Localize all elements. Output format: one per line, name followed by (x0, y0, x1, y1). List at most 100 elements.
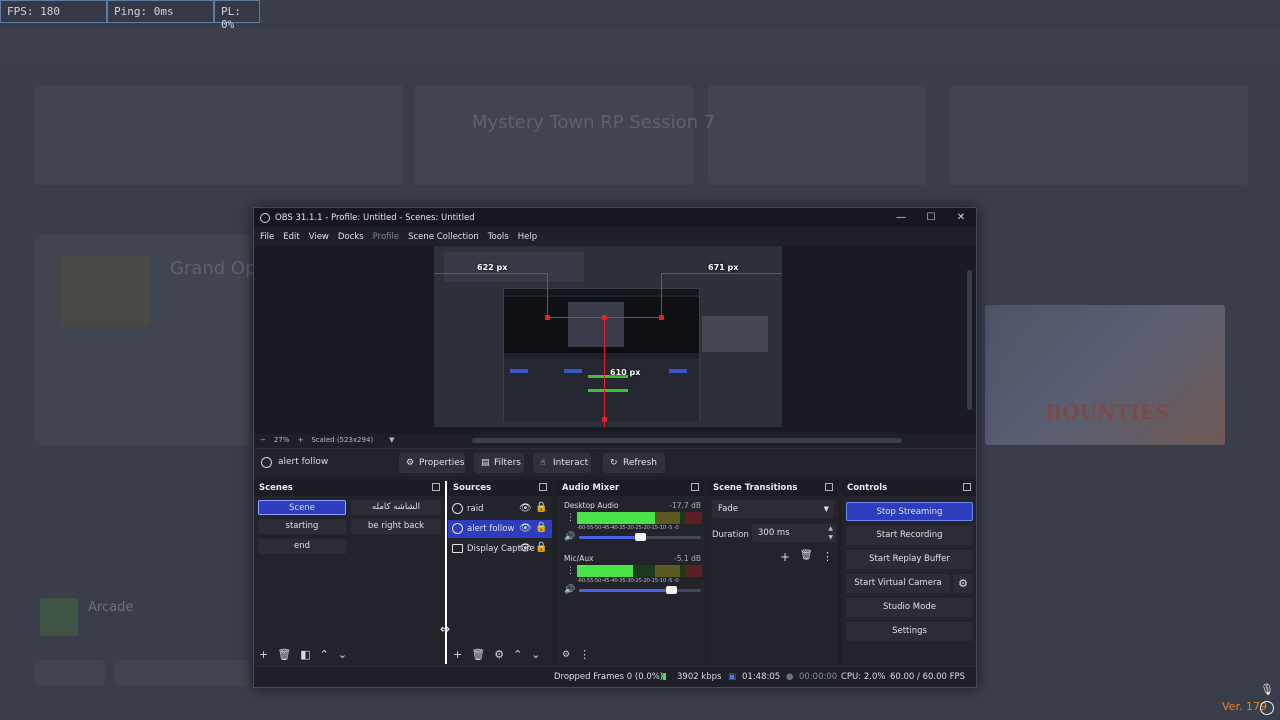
browser-source-icon (261, 457, 272, 468)
visibility-eye-icon[interactable]: 👁 (519, 503, 532, 514)
menu-profile[interactable]: Profile (373, 232, 399, 242)
scale-mode-dropdown-icon[interactable]: ▼ (389, 436, 394, 444)
controls-title: Controls (842, 480, 976, 496)
menu-edit[interactable]: Edit (283, 232, 299, 242)
record-status-icon: ● (786, 672, 794, 682)
scene-item[interactable]: starting (258, 519, 346, 534)
menu-scene-collection[interactable]: Scene Collection (408, 232, 479, 242)
source-properties-icon[interactable]: ⚙ (494, 645, 504, 665)
virtual-camera-settings-gear-icon[interactable]: ⚙ (953, 574, 973, 593)
filters-button[interactable]: ▤ Filters (474, 453, 524, 473)
add-scene-icon[interactable]: + (259, 645, 268, 665)
maximize-button[interactable]: ☐ (916, 208, 946, 227)
menu-view[interactable]: View (309, 232, 329, 242)
preview-area[interactable]: 622 px 671 px 610 px (254, 246, 976, 434)
zoom-in-button[interactable]: + (297, 436, 303, 444)
guide-line-bottom (604, 317, 605, 427)
transition-select[interactable]: Fade ▼ (712, 500, 834, 518)
move-up-icon[interactable]: ⌃ (513, 645, 522, 665)
scenes-dock: Scenes Scene الشاشه كامله starting be ri… (254, 480, 445, 665)
menu-bar: File Edit View Docks Profile Scene Colle… (254, 227, 976, 246)
interact-button[interactable]: ☝ Interact (533, 453, 591, 473)
preview-horizontal-scrollbar[interactable] (472, 438, 902, 443)
remove-scene-icon[interactable]: 🗑 (277, 645, 291, 665)
scene-item[interactable]: end (258, 539, 346, 554)
source-item[interactable]: raid 👁 🔒 (448, 500, 552, 518)
preview-canvas[interactable]: 622 px 671 px 610 px (434, 246, 782, 427)
bitrate: 3902 kbps (677, 672, 722, 682)
scenes-toolbar: + 🗑 ◧ ⌃ ⌄ (254, 645, 445, 665)
undock-icon[interactable] (539, 483, 547, 491)
guide-handle[interactable] (602, 417, 607, 422)
transition-menu-icon[interactable]: ⋮ (822, 550, 833, 563)
stream-status-icon: ▣ (728, 672, 737, 682)
zoom-level: 27% (273, 436, 290, 444)
mixer-channel-mic: Mic/Aux -5.1 dB ⋮ -60-55-50-45-40-35-30-… (564, 554, 702, 595)
move-down-icon[interactable]: ⌄ (338, 645, 347, 665)
fps-status: 60.00 / 60.00 FPS (890, 672, 966, 682)
undock-icon[interactable] (432, 483, 440, 491)
refresh-button[interactable]: ↻ Refresh (603, 453, 665, 473)
move-down-icon[interactable]: ⌄ (531, 645, 540, 665)
source-item-selected[interactable]: alert follow 👁 🔒 (448, 520, 552, 538)
audio-mixer-title: Audio Mixer (557, 480, 704, 496)
settings-button[interactable]: Settings (846, 622, 973, 641)
perf-overlay: FPS: 180 Ping: 0ms PL: 0% (0, 0, 260, 31)
preview-vertical-scrollbar[interactable] (967, 270, 972, 410)
undock-icon[interactable] (963, 483, 971, 491)
menu-help[interactable]: Help (518, 232, 537, 242)
start-recording-button[interactable]: Start Recording (846, 526, 973, 545)
signal-bars-icon: ▮ (662, 672, 667, 682)
speaker-icon[interactable]: 🔊 (564, 532, 575, 542)
volume-slider[interactable] (579, 586, 701, 594)
mixer-menu-icon[interactable]: ⋮ (579, 645, 590, 665)
menu-tools[interactable]: Tools (488, 232, 509, 242)
lock-icon[interactable]: 🔒 (535, 542, 547, 553)
move-up-icon[interactable]: ⌃ (320, 645, 329, 665)
visibility-eye-icon[interactable]: 👁 (519, 523, 532, 534)
scene-filters-icon[interactable]: ◧ (300, 645, 310, 665)
stream-time: 01:48:05 (742, 672, 781, 682)
lock-icon[interactable]: 🔒 (535, 502, 547, 513)
zoom-out-button[interactable]: − (260, 436, 266, 444)
background-topbar (0, 28, 1280, 64)
guide-line (661, 273, 662, 318)
visibility-eye-icon[interactable]: 👁 (519, 543, 532, 554)
duration-input[interactable]: 300 ms ▲ ▼ (752, 524, 836, 542)
remove-transition-icon[interactable]: 🗑 (800, 550, 813, 561)
guide-handle[interactable] (659, 315, 664, 320)
undock-icon[interactable] (825, 483, 833, 491)
scene-item[interactable]: الشاشه كامله (351, 500, 441, 515)
menu-docks[interactable]: Docks (338, 232, 364, 242)
speaker-icon[interactable]: 🔊 (564, 585, 575, 595)
studio-mode-button[interactable]: Studio Mode (846, 598, 973, 617)
scene-item[interactable]: be right back (351, 519, 441, 534)
start-replay-buffer-button[interactable]: Start Replay Buffer (846, 550, 973, 569)
minimize-button[interactable]: — (886, 208, 916, 227)
properties-button[interactable]: ⚙ Properties (399, 453, 465, 473)
scene-item[interactable]: Scene (258, 500, 346, 515)
scale-mode-label: Scaled (523x294) (311, 436, 374, 444)
channel-menu-icon[interactable]: ⋮ (566, 566, 575, 576)
undock-icon[interactable] (691, 483, 699, 491)
channel-menu-icon[interactable]: ⋮ (566, 513, 575, 523)
stop-streaming-button[interactable]: Stop Streaming (846, 502, 973, 521)
advanced-audio-icon[interactable]: ⚙ (562, 645, 570, 665)
menu-file[interactable]: File (260, 232, 274, 242)
packet-loss-readout: PL: 0% (214, 0, 260, 31)
sources-dock-title: Sources (448, 480, 552, 496)
guide-label-bottom: 610 px (610, 368, 641, 377)
remove-source-icon[interactable]: 🗑 (471, 645, 485, 665)
background-avatar (40, 598, 78, 636)
guide-handle[interactable] (545, 315, 550, 320)
volume-slider[interactable] (579, 533, 701, 541)
start-virtual-camera-button[interactable]: Start Virtual Camera (846, 574, 950, 593)
guide-handle[interactable] (602, 315, 607, 320)
nested-preview (503, 288, 700, 421)
add-source-icon[interactable]: + (453, 645, 462, 665)
close-button[interactable]: ✕ (946, 208, 976, 227)
add-transition-icon[interactable]: + (780, 550, 790, 564)
source-item[interactable]: Display Capture 👁 🔒 (448, 540, 552, 558)
dock-splitter-handle[interactable] (445, 481, 447, 664)
lock-icon[interactable]: 🔒 (535, 522, 547, 533)
